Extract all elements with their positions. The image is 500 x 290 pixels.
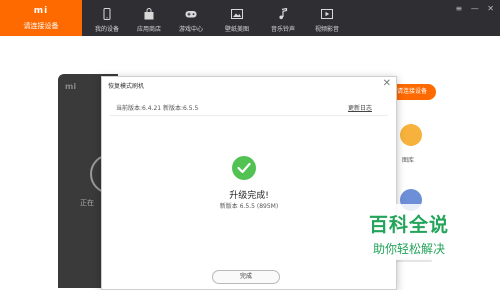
- store-bag-icon: [144, 8, 154, 20]
- music-note-icon: [279, 8, 288, 20]
- minimize-icon[interactable]: —: [471, 4, 479, 13]
- connect-device-label: 请连接设备: [23, 22, 59, 30]
- dialog-divider: [110, 115, 388, 116]
- nav-video[interactable]: 视频影音: [304, 0, 350, 36]
- nav-label-video: 视频影音: [314, 26, 339, 33]
- close-icon[interactable]: ✕: [487, 4, 494, 13]
- mi-logo: mi: [33, 6, 49, 16]
- nav-label-game-center: 游戏中心: [178, 26, 203, 33]
- version-info: 当前版本:6.4.21 新版本:6.5.5: [116, 105, 199, 112]
- nav-my-device[interactable]: 我的设备: [84, 0, 130, 36]
- nav-label-ringtones: 音乐铃声: [270, 26, 295, 33]
- dialog-close-icon[interactable]: ✕: [383, 78, 391, 89]
- video-play-icon: [321, 9, 333, 19]
- baike-watermark: 百科全说 助你轻松解决: [350, 204, 468, 260]
- changelog-link[interactable]: 更新日志: [348, 103, 372, 112]
- phone-icon: [103, 8, 111, 20]
- menu-icon[interactable]: ≡: [456, 4, 463, 13]
- nav-app-store[interactable]: 应用商店: [126, 0, 172, 36]
- phone-status-text: 正在: [80, 199, 94, 207]
- gallery-label: 图库: [402, 157, 415, 164]
- watermark-subtitle: 助你轻松解决: [372, 242, 445, 256]
- dialog-title: 恢复模式刷机: [108, 83, 145, 90]
- top-navigation-bar: mi 请连接设备 我的设备 应用商店 游戏中心 壁纸美图 音乐铃声 视频影音 ≡…: [0, 0, 500, 36]
- phone-mi-logo: mi: [65, 82, 77, 91]
- done-button[interactable]: 完成: [212, 270, 280, 284]
- upgrade-complete-heading: 升级完成!: [229, 191, 269, 201]
- window-controls: ≡ — ✕: [450, 4, 495, 13]
- nav-label-my-device: 我的设备: [94, 26, 119, 33]
- nav-ringtones[interactable]: 音乐铃声: [260, 0, 306, 36]
- nav-label-app-store: 应用商店: [136, 26, 161, 33]
- nav-label-wallpapers: 壁纸美图: [224, 26, 249, 33]
- watermark-title: 百科全说: [368, 214, 449, 236]
- image-icon: [231, 9, 243, 19]
- gallery-icon[interactable]: [400, 124, 422, 146]
- gamepad-icon: [185, 11, 197, 18]
- success-check-icon: [232, 156, 256, 180]
- nav-wallpapers[interactable]: 壁纸美图: [214, 0, 260, 36]
- nav-game-center[interactable]: 游戏中心: [168, 0, 214, 36]
- connect-device-tab[interactable]: mi 请连接设备: [0, 0, 82, 36]
